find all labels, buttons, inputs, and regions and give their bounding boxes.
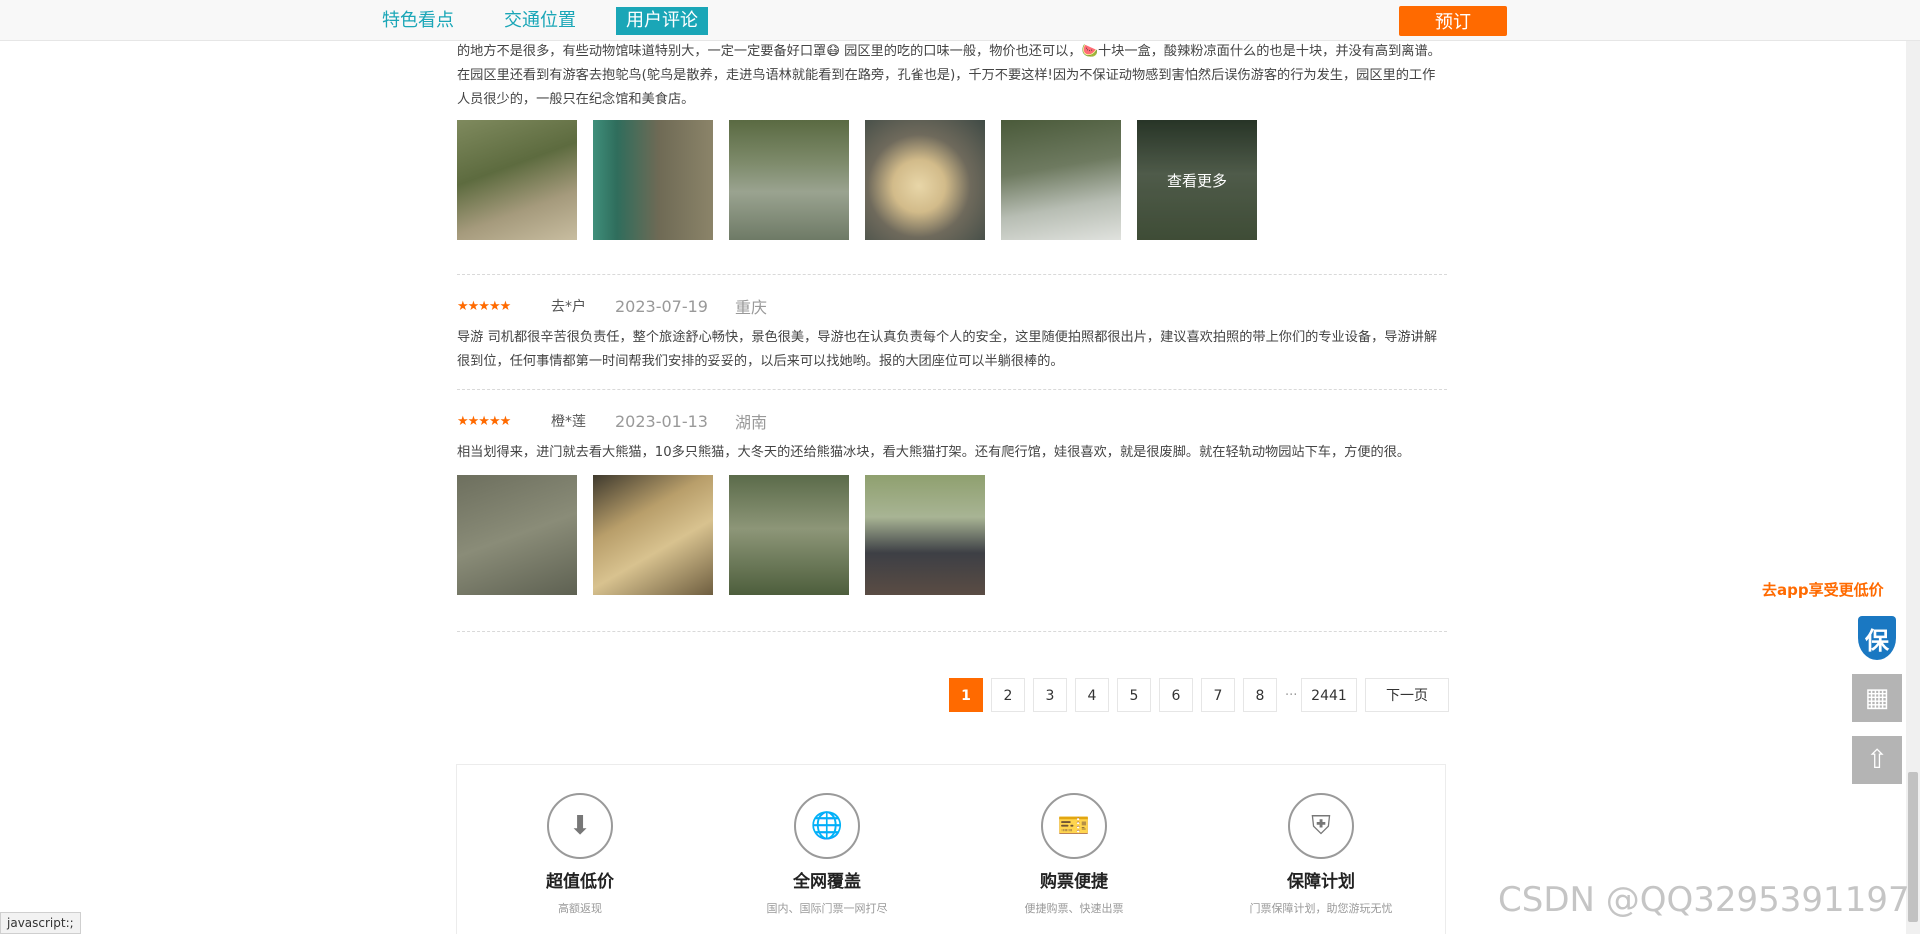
review-city: 湖南 [735, 413, 768, 432]
down-arrow-icon: ⬇ [547, 793, 613, 859]
review-item: ★★★★★ 去*户 2023-07-19 重庆 导游 司机都很辛苦很负责任，整个… [457, 292, 1447, 374]
review-user: 橙*莲 [551, 414, 586, 430]
rating-stars: ★★★★★ [457, 298, 511, 314]
page-8[interactable]: 8 [1243, 678, 1277, 712]
tab-transport[interactable]: 交通位置 [494, 7, 586, 35]
shield-badge-icon[interactable]: 保 [1858, 616, 1896, 660]
review-photo[interactable] [729, 475, 849, 595]
review-item: ★★★★★ 橙*莲 2023-01-13 湖南 相当划得来，进门就去看大熊猫，1… [457, 407, 1447, 595]
review-photo[interactable] [593, 475, 713, 595]
pagination: 1 2 3 4 5 6 7 8 ··· 2441 下一页 [949, 678, 1449, 712]
next-page-button[interactable]: 下一页 [1365, 678, 1449, 712]
review-photos: 查看更多 [457, 120, 1447, 240]
review-photo[interactable] [593, 120, 713, 240]
qr-code-icon[interactable]: ▦ [1852, 674, 1902, 722]
feature-low-price: ⬇ 超值低价 高额返现 [480, 793, 680, 916]
page-7[interactable]: 7 [1201, 678, 1235, 712]
pagination-ellipsis: ··· [1285, 687, 1298, 703]
shield-icon: ⛨ [1288, 793, 1354, 859]
feature-coverage: 🌐 全网覆盖 国内、国际门票一网打尽 [727, 793, 927, 916]
review-photo[interactable] [1001, 120, 1121, 240]
page-4[interactable]: 4 [1075, 678, 1109, 712]
feature-ticketing: 🎫 购票便捷 便捷购票、快速出票 [974, 793, 1174, 916]
review-header: ★★★★★ 橙*莲 2023-01-13 湖南 [457, 407, 1447, 435]
watermark: CSDN @QQ3295391197 [1498, 880, 1910, 920]
view-more-label: 查看更多 [1137, 120, 1257, 240]
review-divider [457, 389, 1447, 390]
back-to-top-icon[interactable]: ⇧ [1852, 736, 1902, 784]
service-features: ⬇ 超值低价 高额返现 🌐 全网覆盖 国内、国际门票一网打尽 🎫 购票便捷 便捷… [456, 764, 1446, 934]
review-divider [457, 631, 1447, 632]
page-scrollbar[interactable] [1906, 0, 1920, 934]
page-6[interactable]: 6 [1159, 678, 1193, 712]
review-city: 重庆 [735, 298, 768, 317]
review-date: 2023-01-13 [615, 411, 708, 431]
page-5[interactable]: 5 [1117, 678, 1151, 712]
review-text: 导游 司机都很辛苦很负责任，整个旅途舒心畅快，景色很美，导游也在认真负责每个人的… [457, 330, 1438, 369]
page-3[interactable]: 3 [1033, 678, 1067, 712]
review-photo[interactable] [729, 120, 849, 240]
browser-status-bar: javascript:; [0, 912, 81, 934]
top-nav-bar: 特色看点 交通位置 用户评论 预订 [0, 0, 1920, 41]
rating-stars: ★★★★★ [457, 413, 511, 429]
globe-icon: 🌐 [794, 793, 860, 859]
review-header: ★★★★★ 去*户 2023-07-19 重庆 [457, 292, 1447, 320]
app-promo-link[interactable]: 去app享受更低价 [1762, 579, 1884, 600]
review-photo[interactable] [865, 120, 985, 240]
review-text: 相当划得来，进门就去看大熊猫，10多只熊猫，大冬天的还给熊猫冰块，看大熊猫打架。… [457, 445, 1411, 460]
review-photos [457, 475, 1447, 595]
feature-guarantee: ⛨ 保障计划 门票保障计划，助您游玩无忧 [1221, 793, 1421, 916]
review-photo-more[interactable]: 查看更多 [1137, 120, 1257, 240]
ticket-icon: 🎫 [1041, 793, 1107, 859]
review-date: 2023-07-19 [615, 296, 708, 316]
page-2[interactable]: 2 [991, 678, 1025, 712]
page-1[interactable]: 1 [949, 678, 983, 712]
book-button[interactable]: 预订 [1399, 6, 1507, 36]
review-photo[interactable] [865, 475, 985, 595]
review-text: 的地方不是很多，有些动物馆味道特别大，一定一定要备好口罩😷 园区里的吃的口味一般… [457, 44, 1441, 107]
review-divider [457, 274, 1447, 275]
review-user: 去*户 [551, 299, 586, 315]
review-photo[interactable] [457, 475, 577, 595]
reviews-list: 的地方不是很多，有些动物馆味道特别大，一定一定要备好口罩😷 园区里的吃的口味一般… [457, 40, 1447, 632]
tab-user-reviews[interactable]: 用户评论 [616, 7, 708, 35]
tab-features[interactable]: 特色看点 [372, 7, 464, 35]
review-photo[interactable] [457, 120, 577, 240]
page-last[interactable]: 2441 [1301, 678, 1357, 712]
